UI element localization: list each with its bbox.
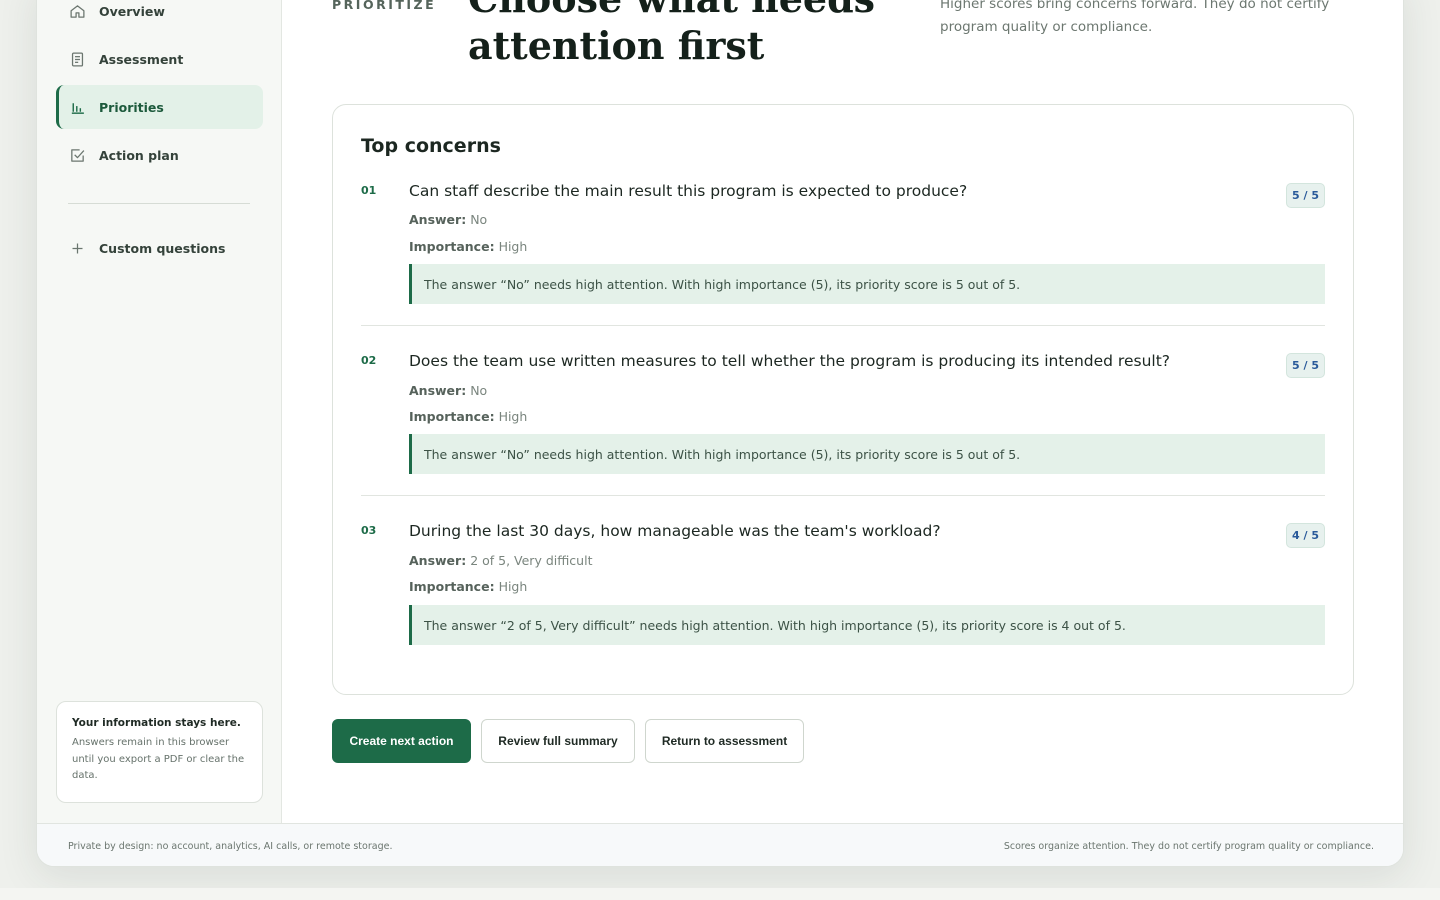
- return-to-assessment-button[interactable]: Return to assessment: [645, 719, 804, 763]
- main-content: PRIORITIZE Choose what needs attention f…: [282, 0, 1403, 823]
- answer-value: No: [470, 212, 488, 227]
- concern-importance: Importance: High: [409, 409, 527, 424]
- sidebar-item-label: Priorities: [99, 99, 164, 115]
- sidebar-item-assessment[interactable]: Assessment: [56, 37, 263, 81]
- importance-value: High: [498, 239, 528, 254]
- page-title: Choose what needs attention first: [468, 0, 875, 68]
- app-shell: Overview Assessment Priorities Action pl…: [36, 0, 1404, 867]
- page-note: Higher scores bring concerns forward. Th…: [940, 0, 1330, 35]
- sidebar-item-label: Action plan: [99, 147, 179, 163]
- footer-disclaimer: Scores organize attention. They do not c…: [1003, 841, 1374, 852]
- footer: Private by design: no account, analytics…: [37, 823, 1403, 866]
- plus-icon: [68, 239, 86, 257]
- document-icon: [68, 50, 86, 68]
- concern-importance: Importance: High: [409, 239, 527, 254]
- sidebar: Overview Assessment Priorities Action pl…: [37, 0, 282, 823]
- concern-explanation: The answer “2 of 5, Very difficult” need…: [409, 605, 1325, 645]
- concern-number: 03: [361, 524, 377, 537]
- concern-number: 02: [361, 354, 377, 367]
- sidebar-item-priorities[interactable]: Priorities: [56, 85, 263, 129]
- privacy-info-body: Answers remain in this browser until you…: [72, 737, 245, 781]
- concern-question: Does the team use written measures to te…: [409, 352, 1171, 370]
- sidebar-divider: [68, 203, 250, 204]
- section-eyebrow: PRIORITIZE: [332, 0, 437, 12]
- create-next-action-button[interactable]: Create next action: [332, 719, 471, 763]
- review-full-summary-button[interactable]: Review full summary: [481, 719, 635, 763]
- concern-question: Can staff describe the main result this …: [409, 182, 968, 200]
- concern-answer: Answer: No: [409, 212, 487, 227]
- top-concerns-card: Top concerns 01 Can staff describe the m…: [332, 104, 1354, 695]
- priority-score-badge: 4 / 5: [1286, 523, 1325, 548]
- answer-label: Answer:: [409, 553, 467, 568]
- importance-label: Importance:: [409, 239, 495, 254]
- concern-explanation: The answer “No” needs high attention. Wi…: [409, 434, 1325, 474]
- importance-label: Importance:: [409, 579, 495, 594]
- answer-value: No: [470, 383, 488, 398]
- privacy-info-title: Your information stays here.: [72, 717, 241, 729]
- sidebar-item-custom-questions[interactable]: Custom questions: [56, 226, 263, 270]
- concern-separator: [361, 325, 1325, 326]
- top-concerns-title: Top concerns: [361, 135, 501, 157]
- concern-question: During the last 30 days, how manageable …: [409, 522, 941, 540]
- sidebar-item-overview[interactable]: Overview: [56, 0, 263, 33]
- sidebar-item-action-plan[interactable]: Action plan: [56, 133, 263, 177]
- bar-chart-icon: [68, 98, 86, 116]
- importance-value: High: [498, 409, 528, 424]
- concern-importance: Importance: High: [409, 579, 527, 594]
- footer-privacy-note: Private by design: no account, analytics…: [68, 841, 393, 852]
- sidebar-item-label: Custom questions: [99, 240, 226, 256]
- sidebar-item-label: Overview: [99, 3, 165, 19]
- concern-answer: Answer: No: [409, 383, 487, 398]
- privacy-info-card: Your information stays here. Answers rem…: [56, 701, 263, 803]
- answer-value: 2 of 5, Very difficult: [470, 553, 593, 568]
- concern-explanation: The answer “No” needs high attention. Wi…: [409, 264, 1325, 304]
- checkbox-icon: [68, 146, 86, 164]
- priority-score-badge: 5 / 5: [1286, 183, 1325, 208]
- answer-label: Answer:: [409, 212, 467, 227]
- concern-number: 01: [361, 184, 377, 197]
- importance-value: High: [498, 579, 528, 594]
- importance-label: Importance:: [409, 409, 495, 424]
- concern-separator: [361, 495, 1325, 496]
- home-icon: [68, 2, 86, 20]
- answer-label: Answer:: [409, 383, 467, 398]
- page-bottom-strip: [0, 888, 1440, 900]
- priority-score-badge: 5 / 5: [1286, 353, 1325, 378]
- sidebar-item-label: Assessment: [99, 51, 184, 67]
- concern-answer: Answer: 2 of 5, Very difficult: [409, 553, 592, 568]
